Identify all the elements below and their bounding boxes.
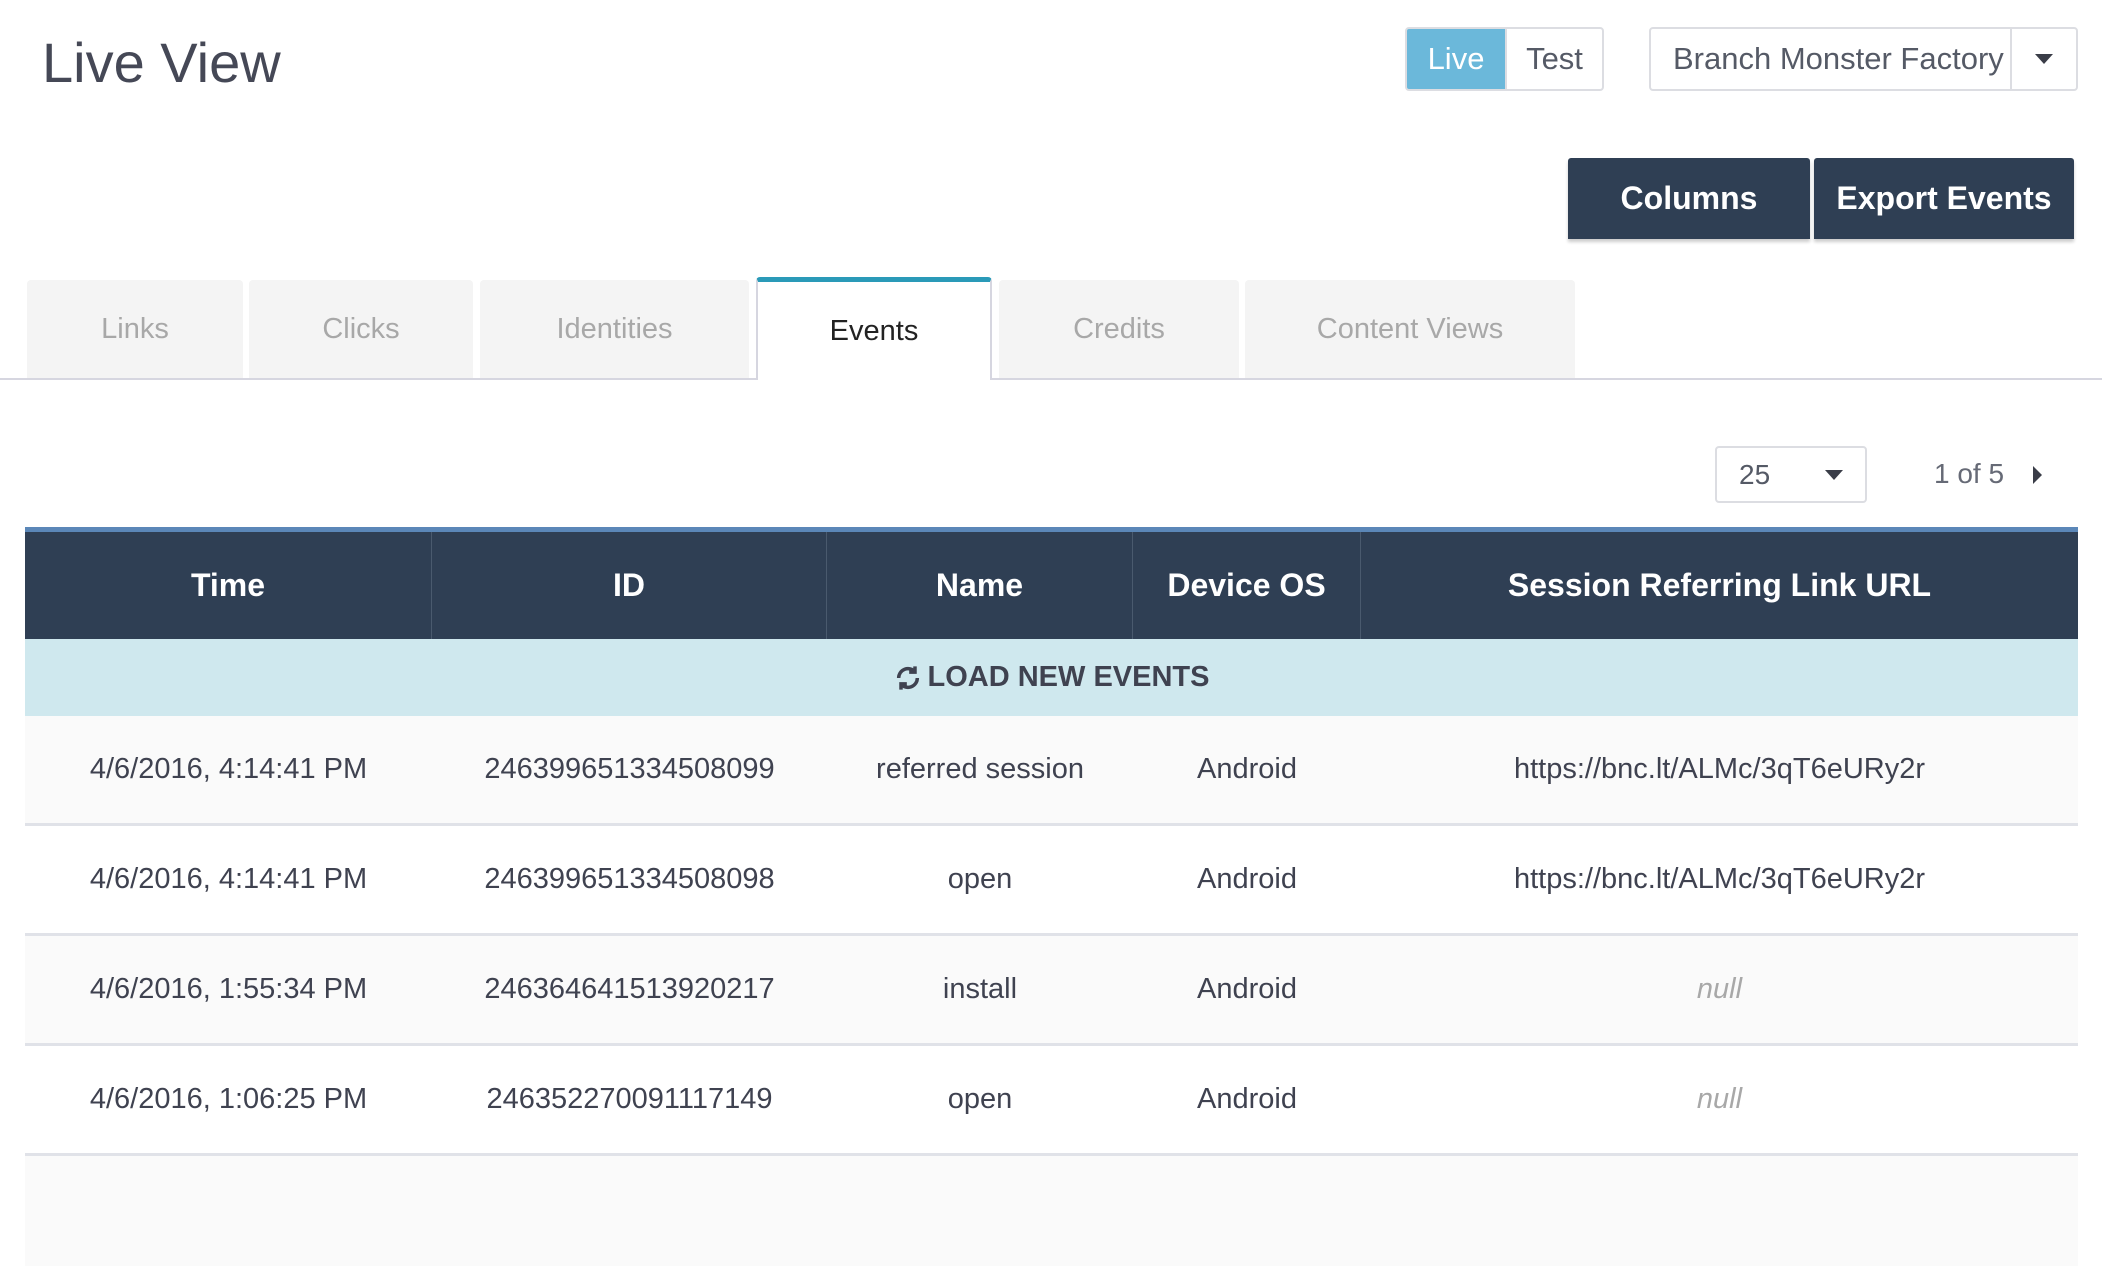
cell-id: 246352270091117149 [486,1083,773,1115]
tab-credits[interactable]: Credits [999,280,1239,378]
cell-referring-url: null [1696,1083,1743,1115]
refresh-icon [896,665,919,690]
cell-time: 4/6/2016, 4:14:41 PM [89,753,368,785]
tab-events[interactable]: Events [756,277,992,380]
table-row[interactable]: 4/6/2016, 4:14:41 PM 246399651334508098 op… [25,826,2078,936]
cell-device-os: Android [1197,753,1297,785]
org-select[interactable]: Branch Monster Factory [1649,27,2078,91]
tab-content-views[interactable]: Content Views [1245,280,1575,378]
load-new-events-button[interactable]: LOAD NEW EVENTS [25,639,2078,716]
cell-name: open [947,863,1013,895]
org-dropdown-button[interactable] [2010,29,2076,89]
column-header-device-os[interactable]: Device OS [1133,532,1361,639]
column-header-referring-url[interactable]: Session Referring Link URL [1361,532,2078,639]
tab-links[interactable]: Links [27,280,243,378]
page-title: Live View [42,31,281,94]
env-test-button[interactable]: Test [1505,29,1602,89]
cell-device-os: Android [1197,973,1297,1005]
per-page-value: 25 [1739,458,1771,490]
cell-name: referred session [876,753,1084,785]
cell-referring-url: null [1696,973,1743,1005]
load-new-events-label: LOAD NEW EVENTS [927,661,1210,693]
cell-id: 246399651334508098 [484,863,775,895]
cell-time: 4/6/2016, 1:06:25 PM [89,1083,368,1115]
next-page-icon[interactable] [2033,466,2042,484]
cell-name: install [942,973,1018,1005]
cell-time: 4/6/2016, 4:14:41 PM [89,863,368,895]
columns-button[interactable]: Columns [1568,158,1810,239]
page-info: 1 of 5 [1934,458,2005,489]
table-header: Time ID Name Device OS Session Referring… [25,527,2078,639]
cell-id: 246399651334508099 [484,753,775,785]
export-events-button[interactable]: Export Events [1814,158,2074,239]
cell-time: 4/6/2016, 1:55:34 PM [89,973,368,1005]
column-header-id[interactable]: ID [432,532,827,639]
env-live-button[interactable]: Live [1407,29,1505,89]
cell-referring-url: https://bnc.lt/ALMc/3qT6eURy2r [1514,863,1925,895]
org-select-value: Branch Monster Factory [1673,41,2004,76]
tab-clicks[interactable]: Clicks [249,280,473,378]
column-header-time[interactable]: Time [25,532,432,639]
table-row[interactable]: 4/6/2016, 4:14:41 PM 246399651334508099 re… [25,716,2078,826]
tab-divider [0,378,2102,380]
tab-identities[interactable]: Identities [480,280,749,378]
cell-name: open [947,1083,1013,1115]
cell-device-os: Android [1197,1083,1297,1115]
table-row[interactable] [25,1156,2078,1266]
column-header-name[interactable]: Name [827,532,1133,639]
cell-device-os: Android [1197,863,1297,895]
table-row[interactable]: 4/6/2016, 1:06:25 PM 246352270091117149 op… [25,1046,2078,1156]
cell-referring-url: https://bnc.lt/ALMc/3qT6eURy2r [1514,753,1925,785]
events-table: Time ID Name Device OS Session Referring… [25,527,2078,1266]
caret-down-icon [2035,54,2053,64]
caret-down-icon [1825,469,1843,480]
environment-toggle[interactable]: Live Test [1405,27,1604,91]
per-page-select[interactable]: 25 [1715,446,1867,503]
table-row[interactable]: 4/6/2016, 1:55:34 PM 246364641513920217 in… [25,936,2078,1046]
cell-id: 246364641513920217 [484,973,775,1005]
